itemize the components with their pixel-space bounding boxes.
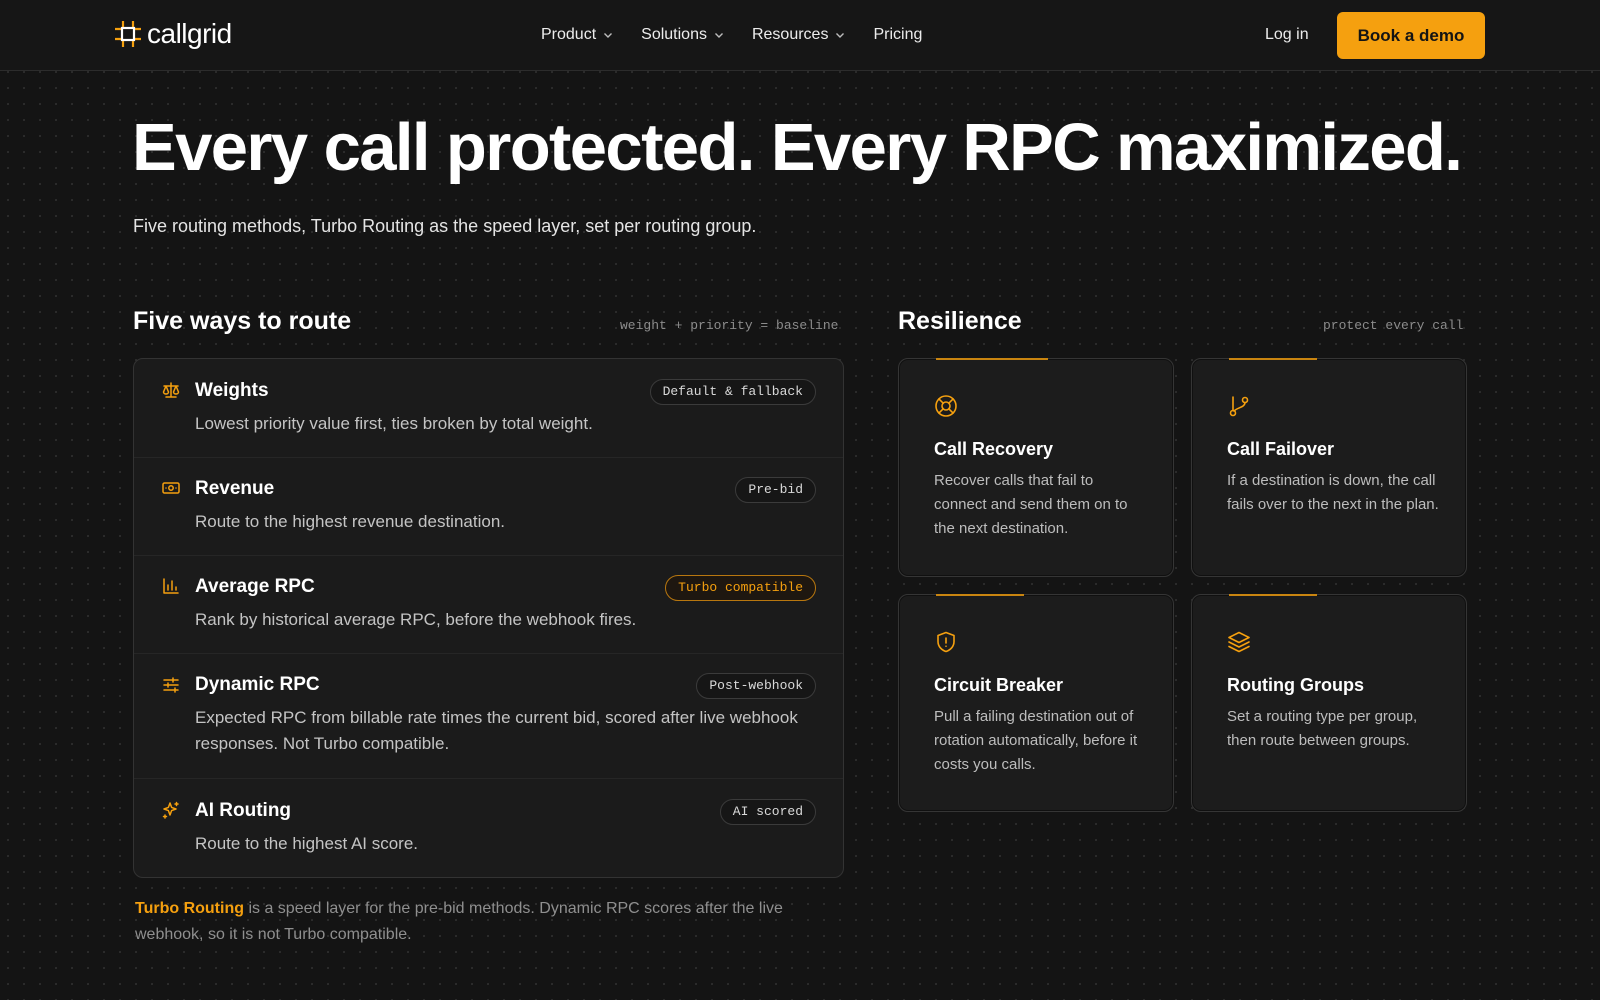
nav-item-label: Solutions [641, 26, 707, 43]
callgrid-logo-icon [115, 21, 141, 47]
card-title: Routing Groups [1227, 675, 1364, 695]
hero-subtitle: Five routing methods, Turbo Routing as t… [133, 216, 757, 236]
routing-method-name: Weights [195, 380, 269, 401]
routing-method-badge: AI scored [719, 799, 816, 825]
chevron-down-icon [836, 33, 845, 38]
routing-method-revenue[interactable]: Revenue Pre-bid Route to the highest rev… [134, 458, 843, 556]
turbo-routing-footnote: Turbo Routing is a speed layer for the p… [135, 896, 815, 948]
turbo-routing-highlight: Turbo Routing [135, 900, 244, 917]
nav-item-product[interactable]: Product [541, 24, 613, 46]
bar-chart-icon [163, 578, 179, 594]
lifebuoy-icon [935, 395, 957, 417]
routing-method-average-rpc[interactable]: Average RPC Turbo compatible Rank by his… [134, 556, 843, 654]
card-accent-line [936, 594, 1024, 596]
banknote-icon [162, 482, 180, 494]
routing-method-description: Lowest priority value first, ties broken… [195, 414, 593, 433]
card-accent-line [1229, 594, 1317, 596]
card-description: Pull a failing destination out of rotati… [934, 708, 1138, 773]
routing-methods-list: Weights Default & fallback Lowest priori… [133, 358, 844, 878]
book-demo-button[interactable]: Book a demo [1337, 12, 1485, 59]
card-description: Recover calls that fail to connect and s… [934, 472, 1128, 537]
nav-item-label: Pricing [873, 26, 923, 43]
scale-icon [162, 382, 180, 398]
brand-name: callgrid [147, 18, 232, 49]
routing-method-description: Rank by historical average RPC, before t… [195, 610, 637, 629]
nav-item-pricing[interactable]: Pricing [873, 24, 922, 46]
routing-section-tag: weight + priority = baseline [620, 318, 839, 333]
card-accent-line [1229, 358, 1317, 360]
routing-method-name: Revenue [195, 478, 275, 499]
card-call-failover[interactable]: Call Failover If a destination is down, … [1191, 358, 1467, 577]
nav-item-solutions[interactable]: Solutions [641, 24, 724, 46]
sparkles-icon [162, 801, 179, 819]
routing-method-badge: Pre-bid [735, 477, 816, 503]
logo[interactable]: callgrid [114, 18, 232, 50]
routing-method-name: AI Routing [195, 800, 292, 821]
card-title: Call Recovery [934, 439, 1054, 459]
card-description: Set a routing type per group, then route… [1227, 708, 1418, 749]
nav-item-label: Product [541, 26, 597, 43]
routing-method-badge: Turbo compatible [665, 575, 816, 601]
chevron-down-icon [714, 33, 723, 38]
hero-title: Every call protected. Every RPC maximize… [132, 110, 1463, 185]
nav-item-label: Resources [751, 26, 829, 43]
routing-method-description: Route to the highest revenue destination… [195, 512, 505, 531]
card-title: Call Failover [1227, 439, 1335, 459]
resilience-section-tag: protect every call [1323, 318, 1464, 333]
routing-method-weights[interactable]: Weights Default & fallback Lowest priori… [134, 359, 843, 458]
top-nav: callgrid Product Solutions Resources Pri… [0, 0, 1600, 71]
git-branch-icon [1229, 396, 1249, 417]
card-circuit-breaker[interactable]: Circuit Breaker Pull a failing destinati… [898, 594, 1174, 812]
routing-method-name: Dynamic RPC [195, 674, 320, 695]
card-call-recovery[interactable]: Call Recovery Recover calls that fail to… [898, 358, 1174, 577]
card-routing-groups[interactable]: Routing Groups Set a routing type per gr… [1191, 594, 1467, 812]
resilience-section-title: Resilience [898, 307, 1022, 335]
nav-item-resources[interactable]: Resources [752, 24, 845, 46]
chevron-down-icon [604, 33, 613, 38]
sliders-icon [163, 677, 179, 693]
routing-method-badge: Default & fallback [649, 379, 816, 405]
routing-method-badge: Post-webhook [696, 673, 816, 699]
login-link[interactable]: Log in [1265, 24, 1309, 46]
card-accent-line [936, 358, 1048, 360]
layers-icon [1228, 631, 1250, 653]
shield-alert-icon [937, 631, 955, 653]
routing-method-description: Expected RPC from billable rate times th… [195, 708, 798, 753]
routing-section-title: Five ways to route [133, 307, 352, 335]
routing-method-ai-routing[interactable]: AI Routing AI scored Route to the highes… [134, 779, 843, 877]
routing-method-name: Average RPC [195, 576, 315, 597]
card-title: Circuit Breaker [934, 675, 1064, 695]
main-menu: Product Solutions Resources Pricing [541, 24, 922, 46]
routing-method-description: Route to the highest AI score. [195, 834, 419, 853]
routing-method-dynamic-rpc[interactable]: Dynamic RPC Post-webhook Expected RPC fr… [134, 654, 843, 779]
card-description: If a destination is down, the call fails… [1227, 472, 1439, 513]
